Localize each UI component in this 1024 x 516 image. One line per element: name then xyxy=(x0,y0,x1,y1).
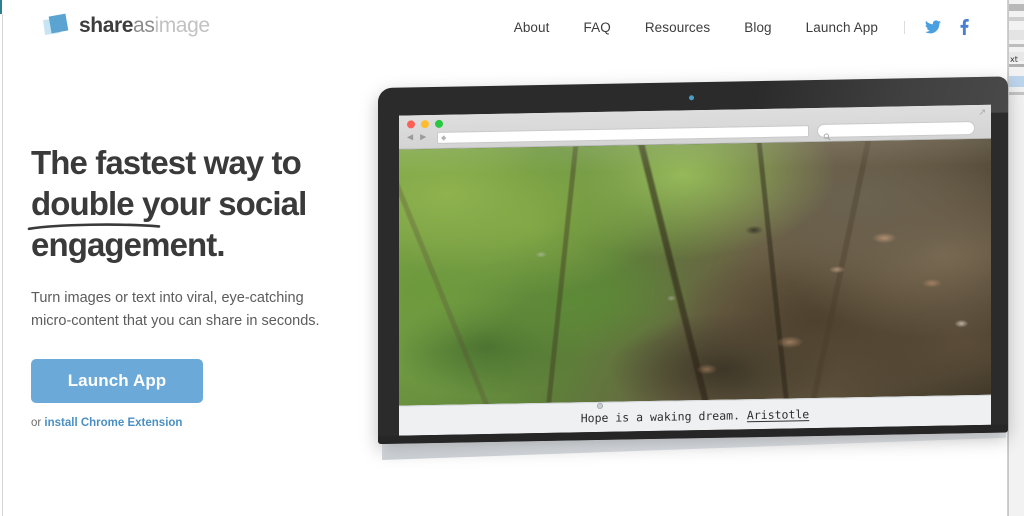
main-navigation: About FAQ Resources Blog Launch App xyxy=(514,19,969,35)
page-icon: ◆ xyxy=(441,134,447,142)
subtitle-line-2: micro-content that you can share in seco… xyxy=(31,313,320,329)
background-window-sliver[interactable]: xt xyxy=(1008,0,1024,516)
headline-line-2-rest: your social xyxy=(133,185,307,222)
background-window-row xyxy=(1009,30,1024,40)
headline-word-double: double xyxy=(31,185,135,222)
close-icon[interactable] xyxy=(407,120,415,129)
background-window-row xyxy=(1009,4,1024,11)
photo-vignette xyxy=(399,138,991,406)
site-logo[interactable]: shareasimage xyxy=(43,13,210,37)
logo-square-front xyxy=(48,13,69,34)
chrome-extension-note: or install Chrome Extension xyxy=(31,417,376,429)
logo-wordmark: shareasimage xyxy=(79,15,210,36)
launch-app-button[interactable]: Launch App xyxy=(31,359,203,403)
site-header: shareasimage About FAQ Resources Blog La… xyxy=(3,0,1007,58)
window-controls[interactable] xyxy=(407,119,443,129)
address-bar-input[interactable]: ◆ xyxy=(437,125,809,144)
logo-text-image: image xyxy=(154,13,210,37)
browser-nav-buttons[interactable]: ◀ ▶ xyxy=(407,132,426,141)
hero-section: The fastest way to double your social en… xyxy=(27,142,376,429)
minimize-icon[interactable] xyxy=(421,120,429,129)
forward-arrow-icon[interactable]: ▶ xyxy=(420,132,426,141)
nav-item-faq[interactable]: FAQ xyxy=(584,20,611,35)
background-window-selected-row xyxy=(1009,76,1024,87)
subtitle-line-1: Turn images or text into viral, eye-catc… xyxy=(31,290,304,306)
nav-item-resources[interactable]: Resources xyxy=(645,20,710,35)
logo-text-as: as xyxy=(133,13,155,37)
monitor-screen: ◀ ▶ ◆ ↗ Hope is a waking dream. Aristotl… xyxy=(399,104,991,436)
webcam-icon xyxy=(689,95,694,101)
back-arrow-icon[interactable]: ◀ xyxy=(407,132,413,141)
background-window-row xyxy=(1009,92,1024,95)
chrome-extension-prefix: or xyxy=(31,417,45,429)
quote-body: Hope is a waking dream. xyxy=(580,407,747,425)
logo-text-share: share xyxy=(79,13,134,37)
headline-line-1: The fastest way to xyxy=(31,144,302,181)
nav-item-blog[interactable]: Blog xyxy=(744,20,771,35)
headline-line-3: engagement. xyxy=(31,226,226,263)
headline-underlined-word: double xyxy=(27,183,161,231)
browser-viewport: xt shareasimage About FAQ Resources Blog… xyxy=(0,0,1024,516)
hero-subtitle: Turn images or text into viral, eye-catc… xyxy=(31,287,331,333)
nav-item-launch-app[interactable]: Launch App xyxy=(806,20,878,35)
monitor-bezel: ◀ ▶ ◆ ↗ Hope is a waking dream. Aristotl… xyxy=(378,76,1008,444)
twitter-icon[interactable] xyxy=(925,20,941,34)
quote-text: Hope is a waking dream. Aristotle xyxy=(581,407,809,425)
mock-photo xyxy=(399,138,991,406)
expand-arrow-icon[interactable]: ↗ xyxy=(978,107,986,117)
background-window-text: xt xyxy=(1010,55,1018,64)
left-edge-accent xyxy=(0,0,2,14)
background-window-row xyxy=(1009,64,1024,67)
quote-author: Aristotle xyxy=(746,406,810,422)
nav-item-about[interactable]: About xyxy=(514,20,550,35)
left-edge-divider xyxy=(2,14,3,516)
underline-swoosh-icon xyxy=(27,223,161,231)
maximize-icon[interactable] xyxy=(435,119,443,128)
drag-handle-icon[interactable] xyxy=(595,398,605,409)
facebook-icon[interactable] xyxy=(960,19,969,35)
page-title: The fastest way to double your social en… xyxy=(27,142,376,265)
nav-divider xyxy=(904,20,905,34)
background-window-row xyxy=(1009,17,1024,21)
install-chrome-extension-link[interactable]: install Chrome Extension xyxy=(44,417,182,429)
browser-search-input[interactable] xyxy=(817,121,975,141)
background-window-row xyxy=(1009,44,1024,47)
logo-mark-icon xyxy=(43,13,70,37)
monitor-mockup: ◀ ▶ ◆ ↗ Hope is a waking dream. Aristotl… xyxy=(378,76,1010,460)
